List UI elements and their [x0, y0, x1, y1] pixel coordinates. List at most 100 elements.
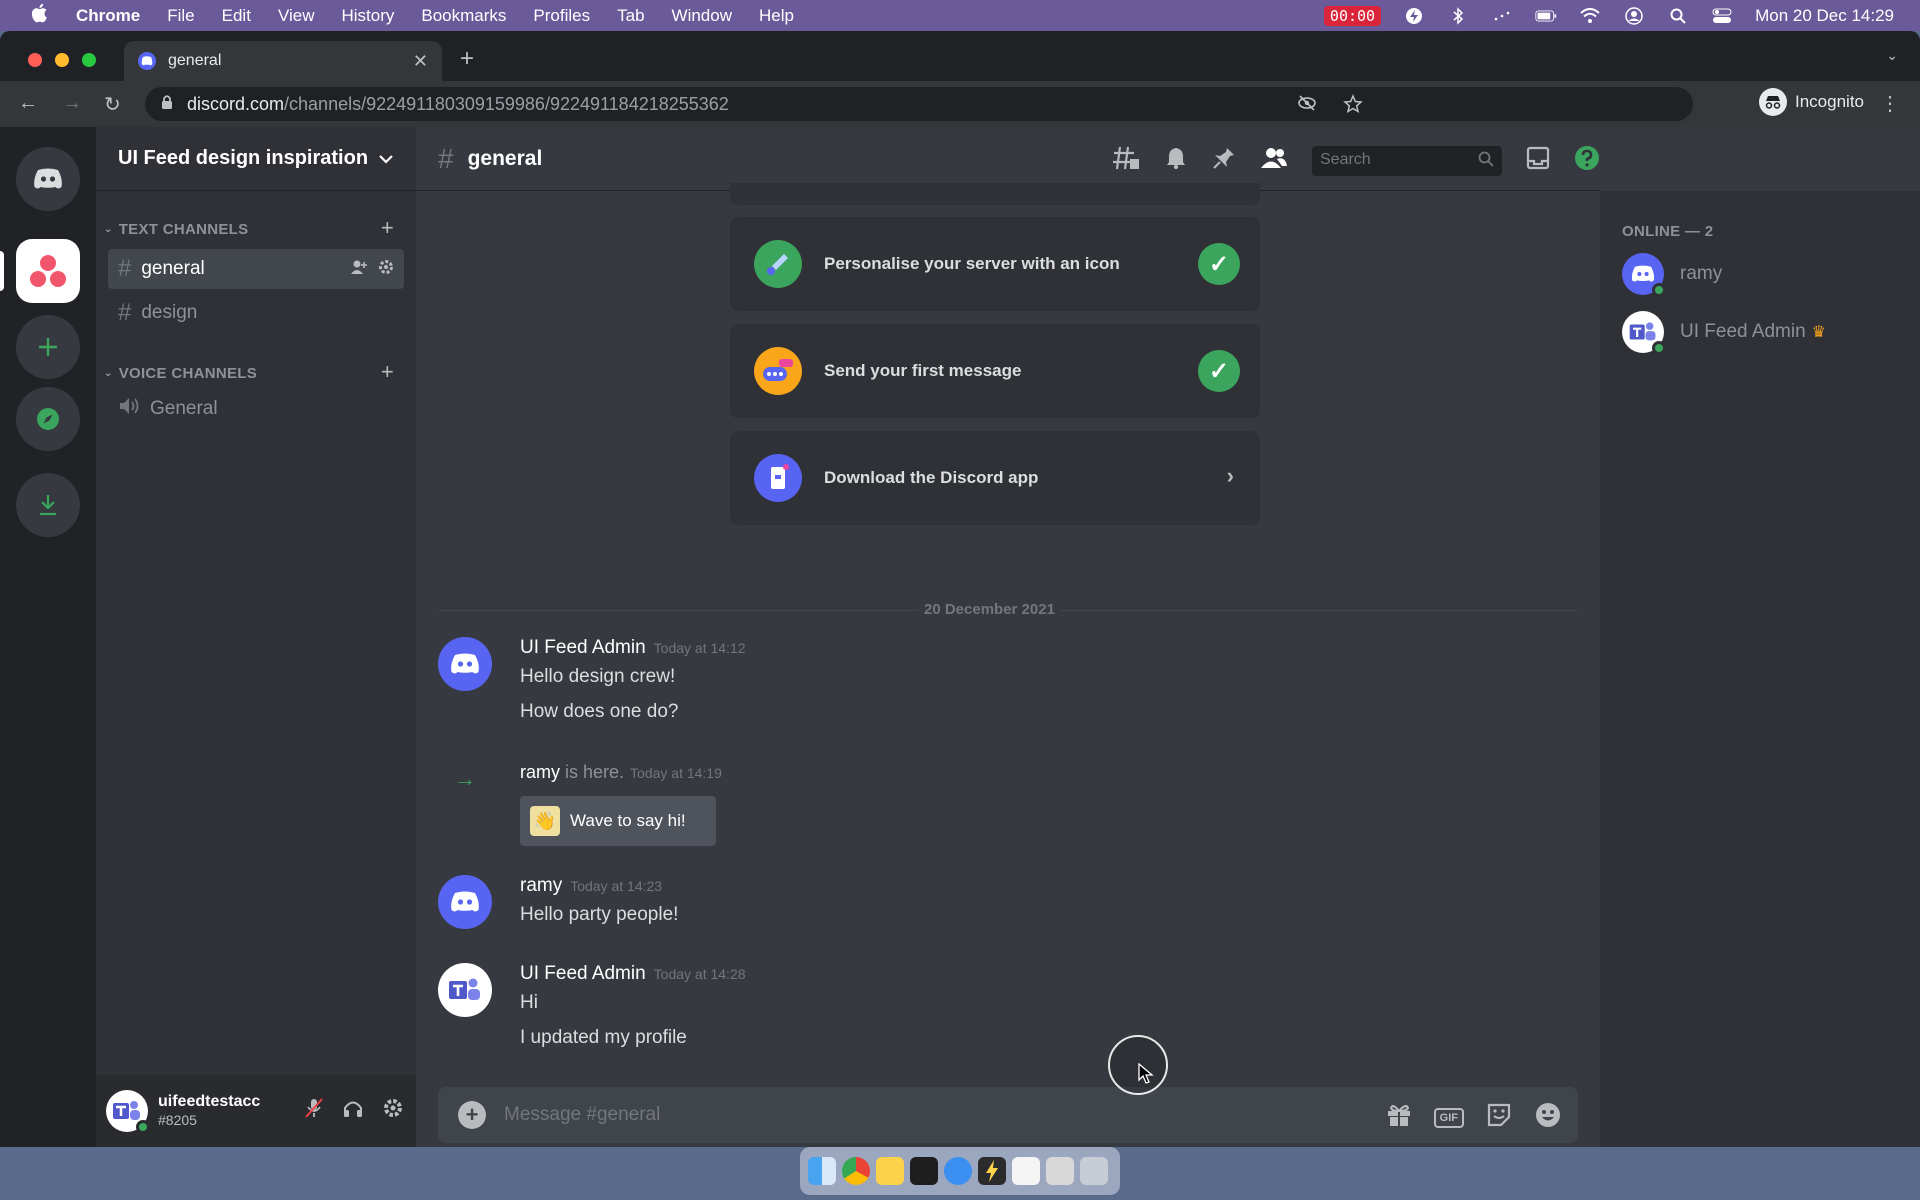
menu-bookmarks[interactable]: Bookmarks: [421, 6, 506, 26]
document-dock-icon[interactable]: [1012, 1157, 1040, 1185]
channel-label: General: [150, 398, 218, 419]
gif-button[interactable]: GIF: [1433, 1107, 1464, 1128]
notifications-bell-icon[interactable]: [1164, 146, 1188, 175]
inbox-icon[interactable]: [1526, 146, 1550, 175]
download-apps-button[interactable]: [16, 473, 80, 537]
help-icon[interactable]: [1574, 145, 1600, 176]
menu-edit[interactable]: Edit: [222, 6, 251, 26]
member-item-ui-feed-admin[interactable]: UI Feed Admin ♛: [1622, 311, 1826, 355]
date-divider-label: 20 December 2021: [918, 601, 1061, 618]
avatar[interactable]: [438, 963, 492, 1017]
member-name: UI Feed Admin: [1680, 321, 1806, 342]
check-icon: ✓: [1198, 243, 1240, 285]
screen-record-timer[interactable]: 00:00: [1323, 5, 1382, 26]
onboarding-download-card[interactable]: Download the Discord app ›: [730, 431, 1260, 525]
close-tab-icon[interactable]: ✕: [413, 51, 428, 72]
add-server-button[interactable]: [16, 315, 80, 379]
member-list-icon[interactable]: [1260, 146, 1288, 175]
forward-icon[interactable]: →: [62, 92, 82, 115]
spotlight-search-icon[interactable]: [1667, 7, 1689, 25]
trash-dock-icon[interactable]: [1080, 1157, 1108, 1185]
menu-window[interactable]: Window: [672, 6, 732, 26]
gift-icon[interactable]: [1386, 1103, 1412, 1132]
menu-file[interactable]: File: [167, 6, 194, 26]
eye-off-icon[interactable]: [1297, 94, 1317, 119]
back-icon[interactable]: ←: [18, 92, 38, 115]
search-input[interactable]: Search: [1312, 145, 1502, 176]
create-voice-channel-icon[interactable]: +: [381, 359, 394, 385]
apple-menu-icon[interactable]: [28, 3, 50, 28]
chat-area: # general Search Personalise your server…: [416, 127, 1600, 1147]
avatar: [1622, 311, 1666, 355]
menu-view[interactable]: View: [278, 6, 315, 26]
category-text-channels[interactable]: ⌄ TEXT CHANNELS +: [104, 215, 404, 240]
safari-dock-icon[interactable]: [944, 1157, 972, 1185]
create-text-channel-icon[interactable]: +: [381, 215, 394, 241]
wave-button[interactable]: 👋 Wave to say hi!: [520, 796, 716, 846]
reload-icon[interactable]: ↻: [104, 92, 121, 117]
terminal-dock-icon[interactable]: [910, 1157, 938, 1185]
message-author[interactable]: ramy: [520, 875, 562, 896]
channel-label: general: [141, 258, 205, 279]
emoji-icon[interactable]: [1534, 1101, 1562, 1134]
sticker-icon[interactable]: [1486, 1102, 1512, 1133]
avatar[interactable]: [106, 1090, 150, 1134]
browser-tab-general[interactable]: general ✕: [124, 41, 442, 81]
battery-icon[interactable]: [1535, 7, 1557, 25]
channel-item-design[interactable]: # design: [108, 293, 404, 333]
bookmark-star-icon[interactable]: [1343, 94, 1363, 119]
attach-plus-icon[interactable]: +: [458, 1101, 486, 1129]
menu-app-chrome[interactable]: Chrome: [76, 6, 140, 26]
message-input[interactable]: [504, 1104, 1304, 1126]
menu-history[interactable]: History: [341, 6, 394, 26]
invite-user-icon[interactable]: [350, 259, 368, 281]
headphones-icon[interactable]: [342, 1097, 364, 1124]
message-author[interactable]: UI Feed Admin: [520, 963, 646, 984]
menu-profiles[interactable]: Profiles: [533, 6, 590, 26]
pinned-messages-icon[interactable]: [1212, 146, 1236, 175]
bluetooth-off-icon[interactable]: [1447, 6, 1469, 25]
message-author[interactable]: UI Feed Admin: [520, 637, 646, 658]
close-window-button[interactable]: [28, 53, 42, 67]
avatar[interactable]: [438, 637, 492, 691]
threads-icon[interactable]: [1112, 145, 1140, 176]
notes-dock-icon[interactable]: [876, 1157, 904, 1185]
chrome-dock-icon[interactable]: [842, 1157, 870, 1185]
server-ui-feed-icon[interactable]: [16, 239, 80, 303]
wifi-icon[interactable]: [1579, 7, 1601, 25]
onboarding-personalise-card[interactable]: Personalise your server with an icon ✓: [730, 217, 1260, 311]
onboarding-first-message-card[interactable]: Send your first message ✓: [730, 324, 1260, 418]
user-account-icon[interactable]: [1623, 6, 1645, 25]
new-tab-icon[interactable]: +: [460, 47, 474, 71]
incognito-indicator[interactable]: Incognito: [1759, 88, 1864, 116]
bolt-icon[interactable]: [1403, 7, 1425, 25]
browser-menu-icon[interactable]: ⋮: [1880, 91, 1900, 116]
explore-servers-button[interactable]: [16, 387, 80, 451]
minimize-window-button[interactable]: [55, 53, 69, 67]
message-author[interactable]: ramy: [520, 762, 560, 782]
discord-favicon-icon: [138, 52, 156, 70]
user-settings-icon[interactable]: [382, 1097, 404, 1124]
mute-mic-icon[interactable]: [304, 1097, 324, 1124]
tab-search-chevron-icon[interactable]: ⌄: [1886, 47, 1898, 64]
reeder-dock-icon[interactable]: [978, 1157, 1006, 1185]
zoom-window-button[interactable]: [82, 53, 96, 67]
discord-home-button[interactable]: [16, 147, 80, 211]
channel-item-general[interactable]: # general: [108, 249, 404, 289]
menu-help[interactable]: Help: [759, 6, 794, 26]
avatar[interactable]: [438, 875, 492, 929]
finder-dock-icon[interactable]: [808, 1157, 836, 1185]
dots-icon[interactable]: [1491, 7, 1513, 25]
menu-tab[interactable]: Tab: [617, 6, 644, 26]
category-voice-channels[interactable]: ⌄ VOICE CHANNELS +: [104, 359, 404, 384]
discord-logo-icon: [1631, 265, 1655, 282]
lock-icon[interactable]: [161, 94, 173, 115]
server-header[interactable]: UI Feed design inspiration: [96, 127, 416, 191]
address-bar[interactable]: discord.com /channels/922491180309159986…: [145, 87, 1693, 121]
member-item-ramy[interactable]: ramy: [1622, 253, 1722, 297]
channel-settings-icon[interactable]: [378, 259, 394, 281]
drive-dock-icon[interactable]: [1046, 1157, 1074, 1185]
voice-channel-general[interactable]: General: [108, 389, 404, 429]
control-center-icon[interactable]: [1711, 7, 1733, 25]
clock[interactable]: Mon 20 Dec 14:29: [1755, 6, 1894, 26]
